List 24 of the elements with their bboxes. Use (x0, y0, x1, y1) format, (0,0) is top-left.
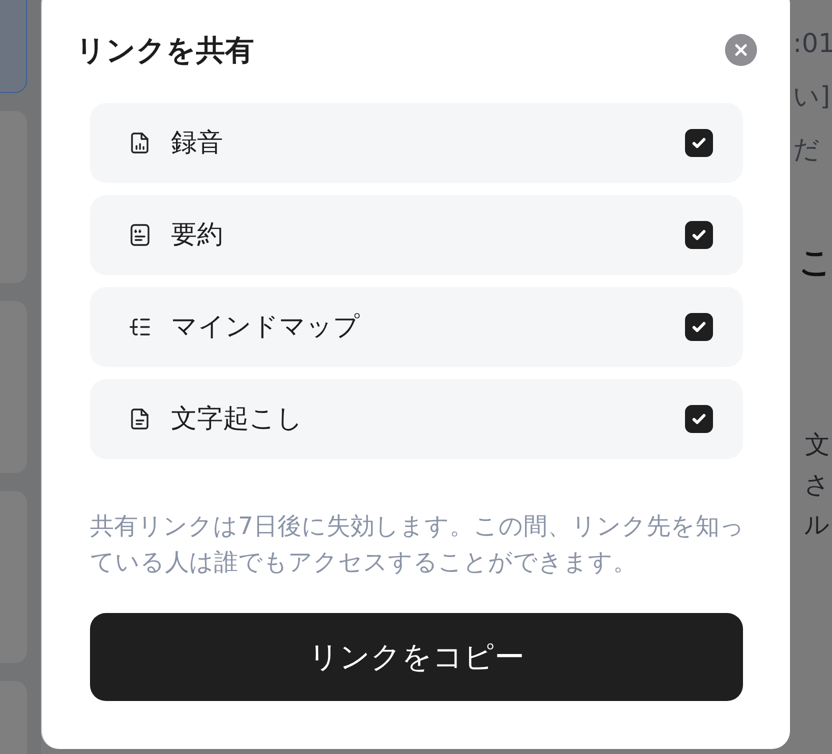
option-label: 文字起こし (171, 403, 303, 436)
background-text: い] (793, 81, 830, 114)
checkbox[interactable] (685, 313, 713, 341)
close-button[interactable] (725, 34, 757, 66)
background-text: ル (804, 509, 830, 541)
check-icon (691, 135, 707, 151)
close-icon (735, 44, 747, 56)
option-label: マインドマップ (171, 311, 360, 344)
dialog-title: リンクを共有 (76, 32, 254, 69)
background-text: だ (793, 134, 820, 167)
background-heading: こ (799, 242, 832, 283)
option-label: 録音 (171, 127, 223, 160)
option-label: 要約 (171, 219, 223, 252)
checkbox[interactable] (685, 221, 713, 249)
background-text: 文 (805, 429, 830, 461)
check-icon (691, 319, 707, 335)
expiry-notice: 共有リンクは7日後に失効します。この間、リンク先を知っている人は誰でもアクセスすることができます。 (90, 511, 746, 578)
background-text: さ (804, 469, 830, 501)
checkbox[interactable] (685, 129, 713, 157)
copy-link-button[interactable]: リンクをコピー (90, 613, 743, 701)
checkbox[interactable] (685, 405, 713, 433)
check-icon (691, 227, 707, 243)
check-icon (691, 411, 707, 427)
quote-document-icon (128, 223, 152, 247)
